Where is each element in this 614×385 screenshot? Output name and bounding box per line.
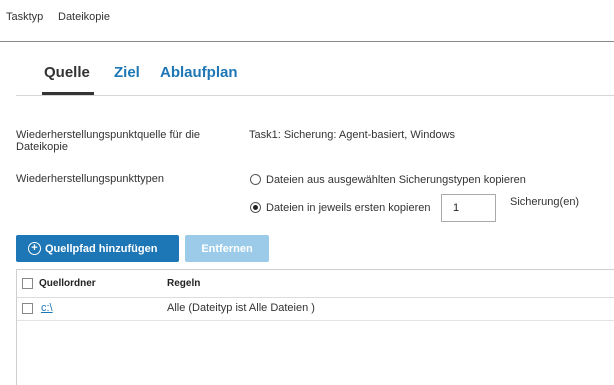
option-first-copies-label[interactable]: Dateien in jeweils ersten kopieren — [266, 202, 430, 214]
copies-unit-label: Sicherung(en) — [510, 196, 580, 208]
row-checkbox[interactable] — [22, 303, 33, 314]
task-header: Tasktyp Dateikopie — [0, 0, 614, 42]
recovery-point-types-label: Wiederherstellungspunkttypen — [16, 173, 164, 185]
source-folder-link[interactable]: c:\ — [41, 302, 53, 314]
plus-circle-icon: + — [28, 242, 41, 255]
table-header: Quellordner Regeln — [17, 270, 614, 298]
tab-source[interactable]: Quelle — [44, 64, 90, 81]
task-type-value: Dateikopie — [58, 11, 110, 23]
option-selected-backup-types-radio[interactable] — [250, 174, 261, 185]
column-header-source-folder[interactable]: Quellordner — [39, 278, 96, 289]
option-selected-backup-types-label[interactable]: Dateien aus ausgewählten Sicherungstypen… — [266, 174, 526, 186]
rules-cell: Alle (Dateityp ist Alle Dateien ) — [167, 302, 315, 314]
remove-button[interactable]: Entfernen — [185, 235, 269, 262]
source-folder-table: Quellordner Regeln c:\ Alle (Dateityp is… — [16, 269, 614, 385]
copies-count-input[interactable] — [441, 194, 496, 222]
active-tab-indicator — [42, 92, 94, 95]
tab-schedule[interactable]: Ablaufplan — [160, 64, 238, 81]
option-first-copies-radio[interactable] — [250, 202, 261, 213]
task-type-label: Tasktyp — [6, 11, 44, 23]
tab-destination[interactable]: Ziel — [114, 64, 140, 81]
table-row: c:\ Alle (Dateityp ist Alle Dateien ) — [17, 298, 614, 321]
add-source-path-label: Quellpfad hinzufügen — [45, 242, 158, 255]
add-source-path-button[interactable]: + Quellpfad hinzufügen — [16, 235, 179, 262]
column-header-rules[interactable]: Regeln — [167, 278, 200, 289]
source-value: Task1: Sicherung: Agent-basiert, Windows — [249, 129, 456, 141]
source-label: Wiederherstellungspunktquelle für die Da… — [16, 129, 201, 153]
select-all-checkbox[interactable] — [22, 278, 33, 289]
tab-bar: Quelle Ziel Ablaufplan — [16, 60, 614, 96]
